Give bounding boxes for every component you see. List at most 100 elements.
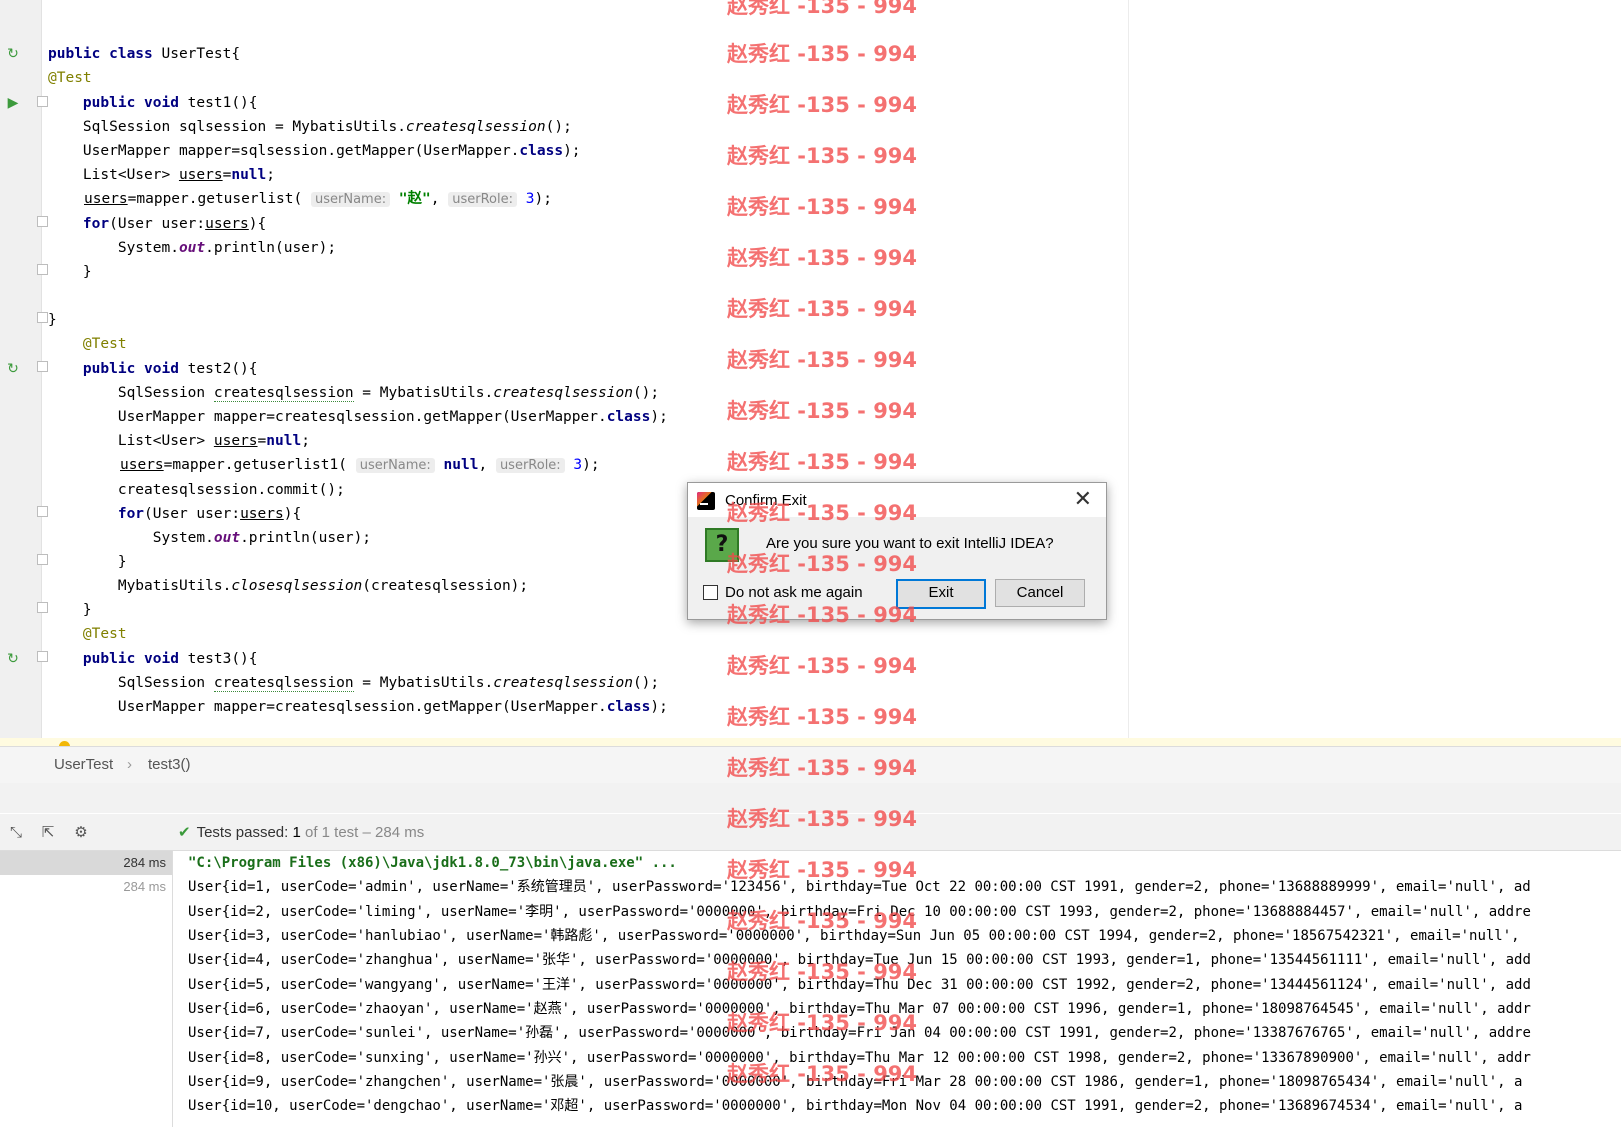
gear-icon[interactable]: ⚙ xyxy=(72,823,90,841)
console-line: User{id=7, userCode='sunlei', userName='… xyxy=(188,1025,1531,1041)
code-token: users xyxy=(213,433,258,449)
console-line: User{id=9, userCode='zhangchen', userNam… xyxy=(188,1074,1523,1090)
run-test-icon[interactable]: ▶ xyxy=(5,95,21,111)
code-token: , xyxy=(430,191,449,207)
code-line: SqlSession sqlsession = MybatisUtils.cre… xyxy=(48,115,572,140)
console-line: User{id=4, userCode='zhanghua', userName… xyxy=(188,952,1531,968)
code-editor[interactable] xyxy=(42,0,1621,746)
code-line: for(User user:users){ xyxy=(48,502,301,527)
code-token: class xyxy=(606,699,651,715)
fold-marker-icon[interactable] xyxy=(37,554,48,565)
parameter-hint: userName: xyxy=(310,192,391,207)
intellij-logo-icon xyxy=(697,492,715,510)
code-token: ){ xyxy=(283,506,302,522)
code-token: MybatisUtils. xyxy=(48,578,232,594)
code-token: (); xyxy=(632,385,660,401)
dialog-message: Are you sure you want to exit IntelliJ I… xyxy=(766,535,1054,552)
code-line: public void test1(){ xyxy=(48,91,258,116)
code-token: public void xyxy=(48,651,179,667)
run-test-icon[interactable]: ↻ xyxy=(5,361,21,377)
code-token: (); xyxy=(632,675,660,691)
console-command-line: "C:\Program Files (x86)\Java\jdk1.8.0_73… xyxy=(188,855,677,871)
status-detail: of 1 test – 284 ms xyxy=(304,824,425,841)
run-class-icon[interactable]: ↻ xyxy=(5,46,21,62)
fold-marker-icon[interactable] xyxy=(37,361,48,372)
fold-marker-icon[interactable] xyxy=(37,264,48,275)
code-token: for xyxy=(48,506,145,522)
code-line: MybatisUtils.closesqlsession(createsqlse… xyxy=(48,574,528,599)
checkbox-label: Do not ask me again xyxy=(725,584,863,601)
code-token: .println(user); xyxy=(205,240,337,256)
code-line: System.out.println(user); xyxy=(48,526,371,551)
fold-marker-icon[interactable] xyxy=(37,602,48,613)
code-line: @Test xyxy=(48,66,92,91)
code-line: SqlSession createsqlsession = MybatisUti… xyxy=(48,671,659,696)
code-line: for(User user:users){ xyxy=(48,212,266,237)
code-token: createsqlsession xyxy=(493,675,633,691)
test-tree-row[interactable]: 284 ms xyxy=(0,851,172,875)
code-token: } xyxy=(48,554,127,570)
console-line: User{id=5, userCode='wangyang', userName… xyxy=(188,977,1531,993)
breadcrumb-separator: › xyxy=(127,756,132,773)
code-token: "赵" xyxy=(390,191,431,207)
code-token: users xyxy=(178,167,223,183)
fold-marker-icon[interactable] xyxy=(37,216,48,227)
code-token: SqlSession xyxy=(48,675,214,691)
fold-marker-icon[interactable] xyxy=(37,312,48,323)
do-not-ask-checkbox[interactable]: Do not ask me again xyxy=(703,584,863,601)
run-test-icon[interactable]: ↻ xyxy=(5,651,21,667)
fold-marker-icon[interactable] xyxy=(37,96,48,107)
code-token: .println(user); xyxy=(240,530,372,546)
code-token: (createsqlsession); xyxy=(362,578,529,594)
confirm-exit-dialog: Confirm Exit ✕ ? Are you sure you want t… xyxy=(687,482,1107,620)
test-tree-row[interactable]: 284 ms xyxy=(0,875,172,899)
breadcrumb-item-method[interactable]: test3() xyxy=(148,756,191,773)
code-line: } xyxy=(48,308,57,333)
cancel-button[interactable]: Cancel xyxy=(995,579,1085,607)
export-results-icon[interactable]: ⇱ xyxy=(39,823,57,841)
test-tree: 284 ms 284 ms xyxy=(0,851,173,1127)
code-token: test3(){ xyxy=(178,651,258,667)
console-line: User{id=3, userCode='hanlubiao', userNam… xyxy=(188,928,1529,944)
exit-button[interactable]: Exit xyxy=(896,579,986,609)
run-toolbar: ⤡ ⇱ ⚙ ✔ Tests passed: 1 of 1 test – 284 m… xyxy=(0,814,1621,851)
tool-window-header xyxy=(0,783,1621,813)
code-token: (User user: xyxy=(109,216,206,232)
status-label: Tests passed: xyxy=(196,824,289,841)
right-margin-guide xyxy=(1128,0,1129,746)
breadcrumb-item-class[interactable]: UserTest xyxy=(54,756,113,773)
test-duration: 284 ms xyxy=(123,879,166,894)
code-line: public void test3(){ xyxy=(48,647,258,672)
code-token: ); xyxy=(650,699,668,715)
code-token: ); xyxy=(563,143,581,159)
code-token: = xyxy=(257,433,267,449)
code-token: class xyxy=(519,143,564,159)
code-line: @Test xyxy=(48,622,127,647)
code-token: SqlSession sqlsession = MybatisUtils. xyxy=(48,119,406,135)
code-token: } xyxy=(48,312,57,328)
code-token: createsqlsession.commit(); xyxy=(48,482,345,498)
fold-marker-icon[interactable] xyxy=(37,506,48,517)
code-token: public void xyxy=(48,95,179,111)
question-icon: ? xyxy=(705,528,739,562)
collapse-all-icon[interactable]: ⤡ xyxy=(7,823,25,841)
current-line-highlight xyxy=(0,738,1621,746)
code-token: System. xyxy=(48,530,214,546)
checkbox-box[interactable] xyxy=(703,585,718,600)
code-token: users xyxy=(240,506,284,522)
code-token: UserMapper mapper=createsqlsession.getMa… xyxy=(48,409,607,425)
code-line: createsqlsession.commit(); xyxy=(48,478,345,503)
parameter-hint: userRole: xyxy=(495,458,565,473)
code-token: @Test xyxy=(48,626,127,642)
console-line: User{id=1, userCode='admin', userName='系… xyxy=(188,879,1531,895)
console-output[interactable]: "C:\Program Files (x86)\Java\jdk1.8.0_73… xyxy=(173,851,1621,1127)
console-line: User{id=10, userCode='dengchao', userNam… xyxy=(188,1098,1523,1114)
code-token: null xyxy=(266,433,302,449)
code-token: @Test xyxy=(48,336,127,352)
close-icon[interactable]: ✕ xyxy=(1074,488,1092,512)
fold-marker-icon[interactable] xyxy=(37,651,48,662)
code-line: System.out.println(user); xyxy=(48,236,336,261)
code-token: (); xyxy=(545,119,572,135)
code-token: UserTest{ xyxy=(152,46,241,62)
code-token: test2(){ xyxy=(178,361,258,377)
